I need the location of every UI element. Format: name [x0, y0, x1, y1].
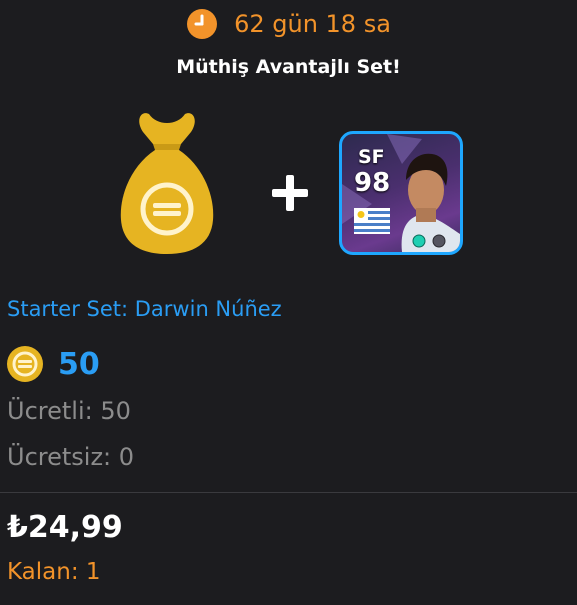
price[interactable]: ₺24,99: [7, 510, 123, 545]
coin-amount: 50: [58, 346, 100, 382]
card-position: SF: [358, 146, 385, 168]
offer-timer: 62 gün 18 sa: [0, 6, 577, 42]
pack-name: Starter Set: Darwin Núñez: [7, 297, 282, 321]
card-rating: 98: [354, 168, 391, 198]
timer-text: 62 gün 18 sa: [234, 10, 391, 38]
coin-amount-row: 50: [6, 344, 100, 384]
badge-icon: [432, 234, 446, 248]
player-card[interactable]: SF 98: [339, 131, 463, 255]
plus-icon: [272, 175, 308, 211]
set-contents[interactable]: SF 98: [0, 106, 577, 266]
uruguay-flag-icon: [354, 208, 390, 234]
clock-icon: [187, 9, 218, 39]
free-coins: Ücretsiz: 0: [7, 443, 135, 471]
badge-icon: [412, 234, 426, 248]
remaining-count: Kalan: 1: [7, 559, 101, 585]
paid-coins: Ücretli: 50: [7, 397, 131, 425]
set-title: Müthiş Avantajlı Set!: [176, 56, 401, 78]
divider: [0, 492, 577, 493]
coin-bag-icon: [120, 113, 214, 254]
coin-icon: [7, 346, 43, 382]
